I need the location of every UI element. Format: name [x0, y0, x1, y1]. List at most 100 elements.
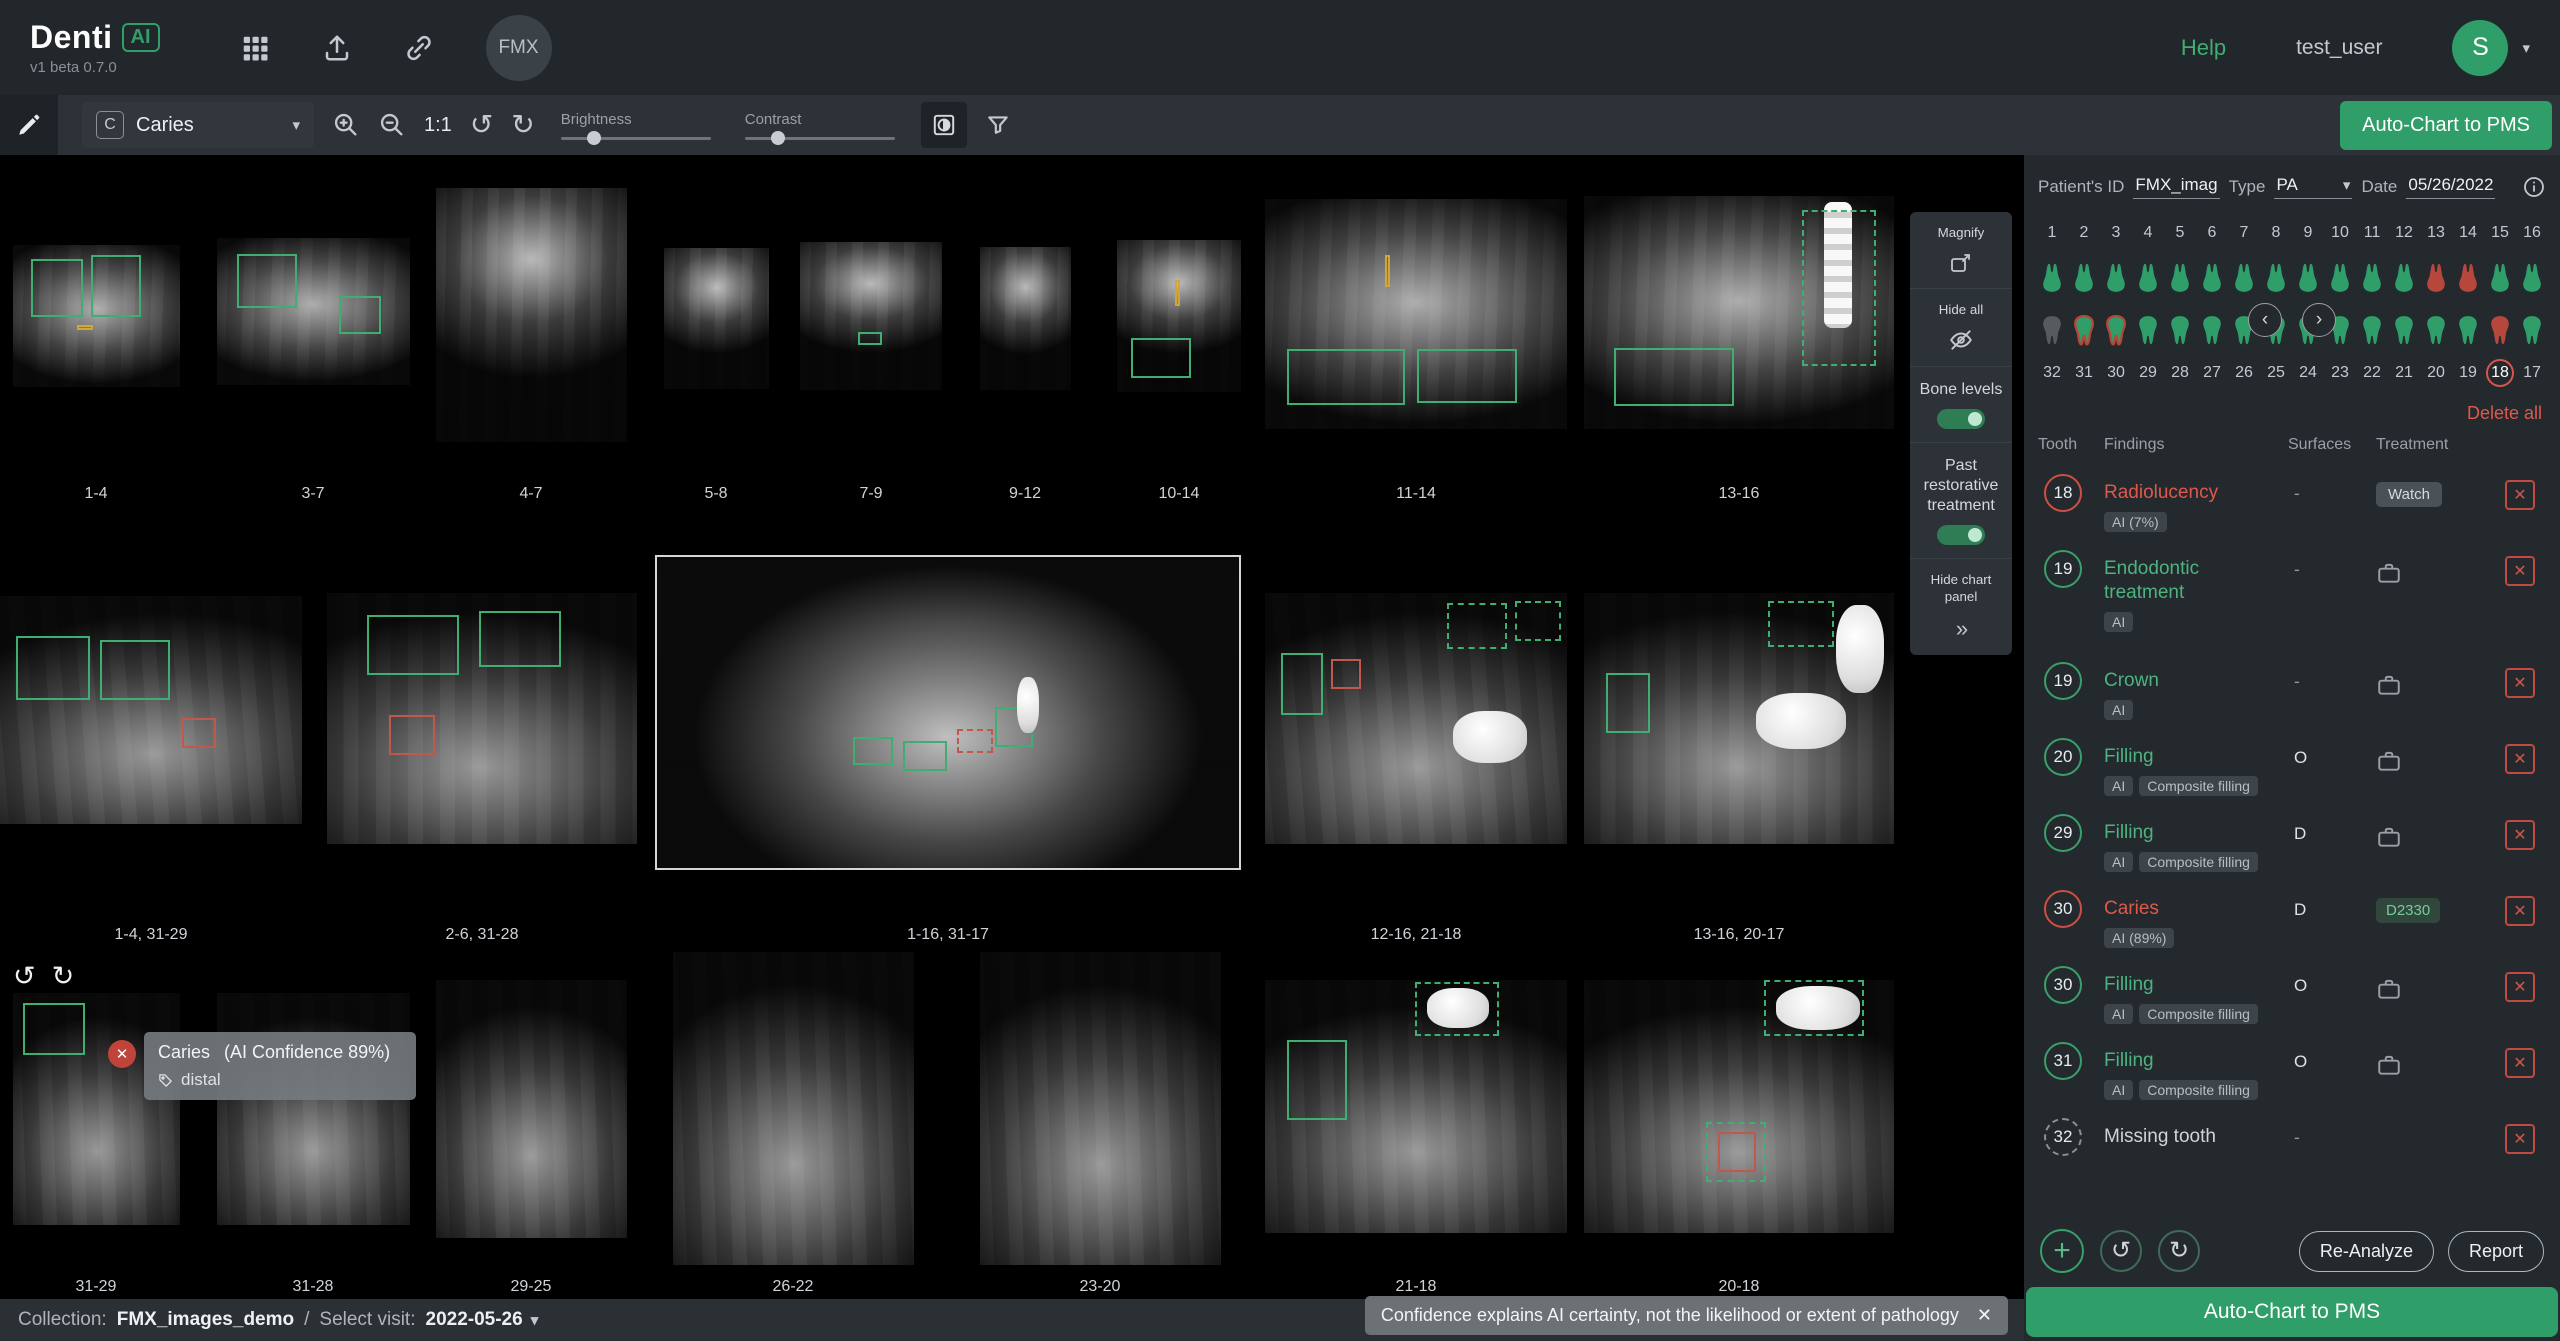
add-treatment-button[interactable]	[2376, 974, 2402, 1002]
account-menu[interactable]: S ▾	[2452, 20, 2530, 76]
tooth-number[interactable]: 7	[2230, 219, 2258, 247]
finding-row[interactable]: 19 Endodontic treatment AI - ✕	[2024, 542, 2560, 654]
xray-thumbnail[interactable]	[327, 593, 637, 844]
tooth-icon[interactable]	[2167, 251, 2193, 303]
tooth-number[interactable]: 11	[2358, 219, 2386, 247]
add-treatment-button[interactable]	[2376, 558, 2402, 586]
tooth-number-badge[interactable]: 19	[2044, 662, 2082, 700]
findings-list[interactable]: 18 Radiolucency AI (7%) - Watch ✕ 19 End…	[2024, 466, 2560, 1217]
tooth-icon[interactable]	[2071, 251, 2097, 303]
finding-row[interactable]: 30 Caries AI (89%) D D2330 ✕	[2024, 882, 2560, 958]
visit-select[interactable]: 2022-05-26 ▾	[426, 1309, 539, 1331]
prev-tooth-button[interactable]: ‹	[2248, 303, 2282, 337]
tooth-number[interactable]: 9	[2294, 219, 2322, 247]
xray-thumbnail[interactable]	[217, 993, 410, 1225]
xray-thumbnail[interactable]	[1265, 199, 1567, 429]
add-treatment-button[interactable]	[2376, 746, 2402, 774]
add-finding-button[interactable]: +	[2040, 1229, 2084, 1273]
xray-thumbnail[interactable]	[1265, 593, 1567, 844]
finding-row[interactable]: 31 Filling AI Composite filling O ✕	[2024, 1034, 2560, 1110]
tooth-icon[interactable]	[2263, 251, 2289, 303]
tooth-number[interactable]: 1	[2038, 219, 2066, 247]
tooth-number[interactable]: 13	[2422, 219, 2450, 247]
tooth-number-badge[interactable]: 20	[2044, 738, 2082, 776]
tooth-icon[interactable]	[2519, 251, 2545, 303]
tooth-number[interactable]: 27	[2198, 359, 2226, 387]
tooth-icon[interactable]	[2519, 305, 2545, 357]
tooth-number[interactable]: 4	[2134, 219, 2162, 247]
tooth-number[interactable]: 21	[2390, 359, 2418, 387]
add-treatment-button[interactable]	[2376, 670, 2402, 698]
finding-row[interactable]: 20 Filling AI Composite filling O ✕	[2024, 730, 2560, 806]
date-value[interactable]: 05/26/2022	[2406, 175, 2495, 199]
past-restorative-toggle[interactable]	[1937, 525, 1985, 545]
delete-finding-button[interactable]: ✕	[2505, 896, 2535, 926]
finding-row[interactable]: 18 Radiolucency AI (7%) - Watch ✕	[2024, 466, 2560, 542]
tooth-number-badge[interactable]: 31	[2044, 1042, 2082, 1080]
brightness-slider-thumb[interactable]	[587, 131, 601, 145]
finding-row[interactable]: 32 Missing tooth - ✕	[2024, 1110, 2560, 1186]
share-link-button[interactable]	[404, 33, 434, 63]
delete-finding-button[interactable]: ✕	[2505, 744, 2535, 774]
delete-finding-button[interactable]: ✕	[2505, 820, 2535, 850]
finding-row[interactable]: 29 Filling AI Composite filling D ✕	[2024, 806, 2560, 882]
tooth-number[interactable]: 24	[2294, 359, 2322, 387]
tooth-number[interactable]: 17	[2518, 359, 2546, 387]
xray-thumbnail[interactable]	[980, 247, 1071, 390]
tooth-number[interactable]: 20	[2422, 359, 2450, 387]
tooth-icon[interactable]	[2199, 305, 2225, 357]
tooth-number-badge[interactable]: 18	[2044, 474, 2082, 512]
xray-thumbnail[interactable]	[1117, 240, 1241, 392]
tooth-icon[interactable]	[2487, 305, 2513, 357]
xray-thumbnail[interactable]	[13, 245, 180, 387]
info-button[interactable]	[2522, 175, 2546, 199]
xray-thumbnail[interactable]	[1265, 980, 1567, 1233]
tooth-icon[interactable]	[2455, 305, 2481, 357]
tooth-number[interactable]: 16	[2518, 219, 2546, 247]
delete-finding-button[interactable]: ✕	[2505, 972, 2535, 1002]
xray-thumbnail[interactable]	[436, 188, 627, 442]
finding-row[interactable]: 19 Crown AI - ✕	[2024, 654, 2560, 730]
tooth-number[interactable]: 23	[2326, 359, 2354, 387]
tooth-number-badge[interactable]: 19	[2044, 550, 2082, 588]
xray-thumbnail[interactable]	[673, 952, 914, 1265]
treatment-watch-badge[interactable]: Watch	[2376, 482, 2442, 507]
zoom-reset-button[interactable]: 1:1	[424, 114, 452, 137]
tooth-icon[interactable]	[2359, 251, 2385, 303]
toast-close-button[interactable]: ✕	[1977, 1305, 1992, 1326]
tooth-number[interactable]: 6	[2198, 219, 2226, 247]
delete-finding-button[interactable]: ✕	[2505, 668, 2535, 698]
xray-thumbnail[interactable]	[13, 993, 180, 1225]
xray-thumbnail[interactable]	[0, 596, 302, 824]
draw-tool-button[interactable]	[0, 95, 58, 155]
zoom-in-button[interactable]	[332, 111, 360, 139]
add-treatment-button[interactable]	[2376, 1050, 2402, 1078]
undo-button[interactable]: ↺	[2100, 1230, 2142, 1272]
tooth-number-badge[interactable]: 30	[2044, 966, 2082, 1004]
tooth-number-badge[interactable]: 29	[2044, 814, 2082, 852]
tooth-icon[interactable]	[2359, 305, 2385, 357]
tooth-icon[interactable]	[2071, 305, 2097, 357]
rotate-right-button[interactable]: ↻	[52, 963, 75, 990]
reanalyze-button[interactable]: Re-Analyze	[2299, 1231, 2434, 1272]
xray-thumbnail[interactable]	[1584, 593, 1894, 844]
tooth-icon[interactable]	[2391, 251, 2417, 303]
tooth-number-badge[interactable]: 32	[2044, 1118, 2082, 1156]
invert-button[interactable]	[921, 102, 967, 148]
tooth-icon[interactable]	[2167, 305, 2193, 357]
contrast-slider[interactable]	[745, 137, 895, 140]
delete-finding-button[interactable]: ✕	[2505, 480, 2535, 510]
hide-all-button[interactable]: Hide all	[1910, 288, 2012, 367]
tooth-number[interactable]: 25	[2262, 359, 2290, 387]
tooth-number[interactable]: 2	[2070, 219, 2098, 247]
tooth-number[interactable]: 8	[2262, 219, 2290, 247]
tooth-icon[interactable]	[2231, 251, 2257, 303]
autochart-toolbar-button[interactable]: Auto-Chart to PMS	[2340, 101, 2552, 150]
tooth-icon[interactable]	[2103, 305, 2129, 357]
rotate-left-button[interactable]: ↺	[13, 963, 36, 990]
tooth-icon[interactable]	[2039, 251, 2065, 303]
type-select[interactable]: PA ▾	[2274, 175, 2352, 199]
grid-menu-button[interactable]	[240, 33, 270, 63]
tooth-number[interactable]: 19	[2454, 359, 2482, 387]
tooth-icon[interactable]	[2103, 251, 2129, 303]
